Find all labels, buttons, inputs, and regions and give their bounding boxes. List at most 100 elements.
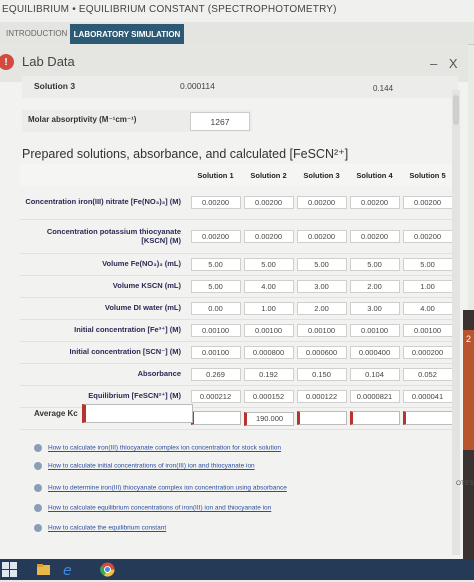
table-cell: 0.00100 — [242, 319, 295, 342]
table-cell: 0.00200 — [348, 219, 401, 254]
help-link[interactable]: How to calculate equilibrium concentrati… — [34, 504, 271, 512]
table-cell: 0.000122 — [295, 385, 348, 408]
table-row: Concentration potassium thiocyanate [KSC… — [20, 219, 454, 254]
cell-value: 0.269 — [190, 368, 241, 381]
molar-absorptivity-label: Molar absorptivity (M⁻¹cm⁻¹) — [28, 115, 137, 124]
cell-value: 5.00 — [402, 258, 453, 271]
cell-value: 0.00200 — [402, 196, 453, 209]
scrollbar-thumb[interactable] — [453, 95, 459, 125]
table-header: Solution 1 — [189, 164, 242, 186]
table-cell: 0.000041 — [401, 385, 454, 408]
table-cell: 0.00100 — [295, 319, 348, 342]
cell-value: 5.00 — [190, 258, 241, 271]
tab-bar: INTRODUCTION LABORATORY SIMULATION — [0, 22, 474, 45]
table-cell — [189, 407, 242, 430]
table-cell: 5.00 — [189, 253, 242, 276]
cell-value: 5.00 — [349, 258, 400, 271]
solution-3-value-1: 0.000114 — [180, 81, 215, 91]
table-cell: 2.00 — [348, 275, 401, 298]
table-cell: 0.00200 — [242, 219, 295, 254]
table-cell: 0.00200 — [295, 219, 348, 254]
molar-absorptivity-value: 1267 — [190, 112, 250, 131]
solutions-table: Solution 1 Solution 2 Solution 3 Solutio… — [20, 164, 454, 430]
table-cell: 0.000200 — [401, 341, 454, 364]
solution-3-value-2: 0.144 — [373, 84, 394, 93]
table-cell: 5.00 — [401, 253, 454, 276]
cell-value: 0.00200 — [296, 230, 347, 243]
chrome-icon[interactable] — [100, 562, 115, 577]
table-cell: 5.00 — [295, 253, 348, 276]
link-bullet-icon — [34, 462, 42, 470]
row-label: Absorbance — [20, 363, 189, 386]
cell-value: 0.00100 — [402, 324, 453, 337]
row-label: Initial concentration [Fe³⁺] (M) — [20, 319, 189, 342]
cell-value: 1.00 — [243, 302, 294, 315]
edge-browser-icon[interactable]: e — [62, 562, 77, 579]
table-header: Solution 3 — [295, 164, 348, 186]
table-row: Concentration iron(III) nitrate [Fe(NO₃)… — [20, 186, 454, 220]
kc-input[interactable] — [190, 410, 241, 425]
average-kc-label: Average Kc — [34, 409, 78, 418]
tab-introduction[interactable]: INTRODUCTION — [0, 22, 67, 44]
cell-value: 0.150 — [296, 368, 347, 381]
table-cell: 5.00 — [189, 275, 242, 298]
table-row: Volume Fe(NO₃)₃ (mL) 5.00 5.00 5.00 5.00 5.00 — [20, 253, 454, 276]
table-cell: 0.00100 — [189, 319, 242, 342]
cell-value: 0.00100 — [190, 346, 241, 359]
cell-value: 0.000800 — [243, 346, 294, 359]
cell-value: 0.00200 — [190, 196, 241, 209]
link-bullet-icon — [34, 444, 42, 452]
table-cell: 0.104 — [348, 363, 401, 386]
table-cell: 190.000 — [242, 407, 295, 430]
minimize-close-controls[interactable]: – X — [430, 56, 462, 71]
tab-laboratory-simulation[interactable]: LABORATORY SIMULATION — [70, 24, 184, 44]
table-row: Volume DI water (mL) 0.00 1.00 2.00 3.00 4.00 — [20, 297, 454, 320]
cell-value: 5.00 — [190, 280, 241, 293]
table-cell: 0.00200 — [401, 219, 454, 254]
table-cell: 0.00100 — [189, 341, 242, 364]
svg-text:e: e — [63, 563, 72, 577]
start-icon[interactable] — [2, 562, 17, 577]
table-cell: 0.192 — [242, 363, 295, 386]
help-link[interactable]: How to calculate the equilibrium constan… — [34, 524, 166, 532]
help-link[interactable]: How to calculate iron(III) thiocyanate c… — [34, 444, 281, 452]
table-cell: 0.00200 — [401, 186, 454, 220]
table-cell: 0.00200 — [189, 219, 242, 254]
table-header-row: Solution 1 Solution 2 Solution 3 Solutio… — [20, 164, 454, 186]
table-cell: 0.000800 — [242, 341, 295, 364]
kc-input[interactable] — [402, 410, 453, 425]
table-cell: 3.00 — [295, 275, 348, 298]
table-cell: 1.00 — [401, 275, 454, 298]
file-explorer-icon[interactable] — [36, 562, 51, 577]
breadcrumb: EQUILIBRIUM • EQUILIBRIUM CONSTANT (SPEC… — [2, 4, 337, 15]
table-cell: 0.000152 — [242, 385, 295, 408]
kc-input[interactable]: 190.000 — [243, 411, 294, 426]
cell-value: 5.00 — [296, 258, 347, 271]
cell-value: 0.104 — [349, 368, 400, 381]
cell-value: 0.052 — [402, 368, 453, 381]
cell-value: 5.00 — [243, 258, 294, 271]
table-cell: 0.00100 — [401, 319, 454, 342]
table-cell: 0.000600 — [295, 341, 348, 364]
help-link[interactable]: How to determine iron(III) thiocyanate c… — [34, 484, 287, 492]
side-text: 2 — [466, 334, 472, 344]
cell-value: 0.00200 — [243, 196, 294, 209]
cell-value: 0.000122 — [296, 390, 347, 403]
table-cell: 4.00 — [401, 297, 454, 320]
table-cell: 0.00 — [189, 297, 242, 320]
kc-input[interactable] — [349, 410, 400, 425]
table-header: Solution 5 — [401, 164, 454, 186]
cell-value: 0.00 — [190, 302, 241, 315]
row-label: Initial concentration [SCN⁻] (M) — [20, 341, 189, 364]
average-kc-input[interactable] — [82, 404, 193, 423]
help-link[interactable]: How to calculate initial concentrations … — [34, 462, 255, 470]
help-link-text: How to calculate equilibrium concentrati… — [48, 504, 272, 512]
row-label: Volume Fe(NO₃)₃ (mL) — [20, 253, 189, 276]
table-cell: 0.000212 — [189, 385, 242, 408]
help-link-text: How to calculate initial concentrations … — [48, 462, 255, 470]
kc-input[interactable] — [296, 410, 347, 425]
table-cell: 0.052 — [401, 363, 454, 386]
cell-value: 4.00 — [243, 280, 294, 293]
row-label: Concentration iron(III) nitrate [Fe(NO₃)… — [20, 186, 189, 220]
table-cell: 0.000400 — [348, 341, 401, 364]
